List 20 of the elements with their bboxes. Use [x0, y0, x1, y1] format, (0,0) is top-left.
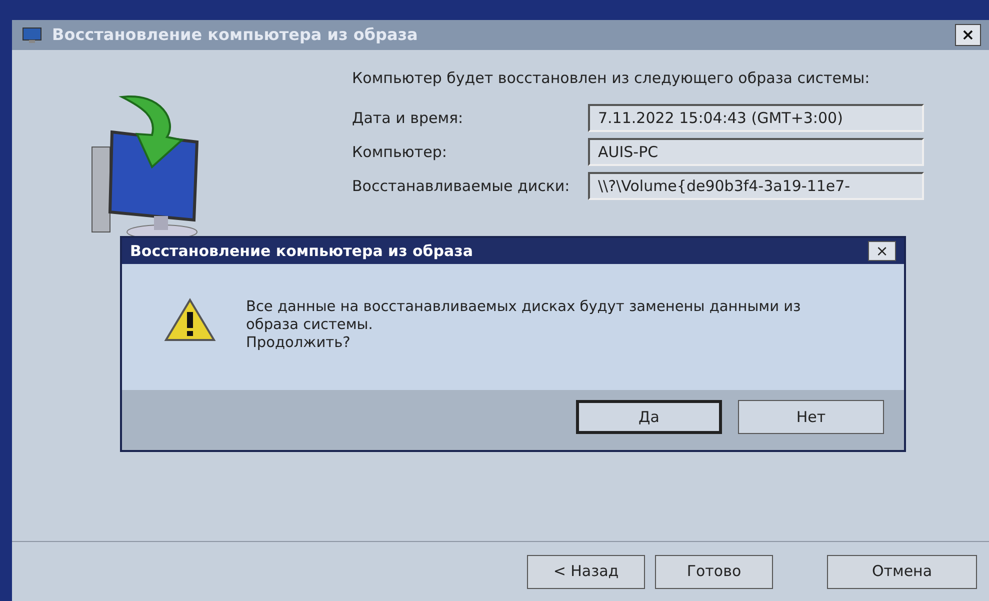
close-button[interactable]: ×: [955, 24, 981, 46]
window-title: Восстановление компьютера из образа: [52, 24, 418, 46]
monitor-icon: [20, 26, 44, 44]
message-text: Продолжить?: [246, 334, 352, 352]
field-label: Дата и время:: [352, 108, 464, 128]
dialog-button[interactable]: Да: [576, 400, 722, 434]
dialog-title: Восстановление компьютера из образа: [130, 240, 473, 262]
warning-icon: [164, 298, 216, 342]
value-field: AUIS-PC: [588, 138, 924, 166]
close-button[interactable]: ×: [868, 241, 896, 261]
field-label: Компьютер:: [352, 142, 448, 162]
field-label: Восстанавливаемые диски:: [352, 176, 571, 196]
intro-text: Компьютер будет восстановлен из следующего образа системы:: [352, 68, 871, 88]
dialog-button[interactable]: < Назад: [527, 554, 645, 588]
value-field: \\?\Volume{de90b3f4-3a19-11e7-: [588, 172, 924, 200]
value-field: 7.11.2022 15:04:43 (GMT+3:00): [588, 104, 924, 132]
dialog-button[interactable]: Отмена: [827, 554, 977, 588]
message-text: Все данные на восстанавливаемых дисках будут заменены данными из образа системы.: [246, 298, 802, 334]
dialog-button[interactable]: Нет: [738, 400, 884, 434]
dialog-button[interactable]: Готово: [655, 554, 773, 588]
